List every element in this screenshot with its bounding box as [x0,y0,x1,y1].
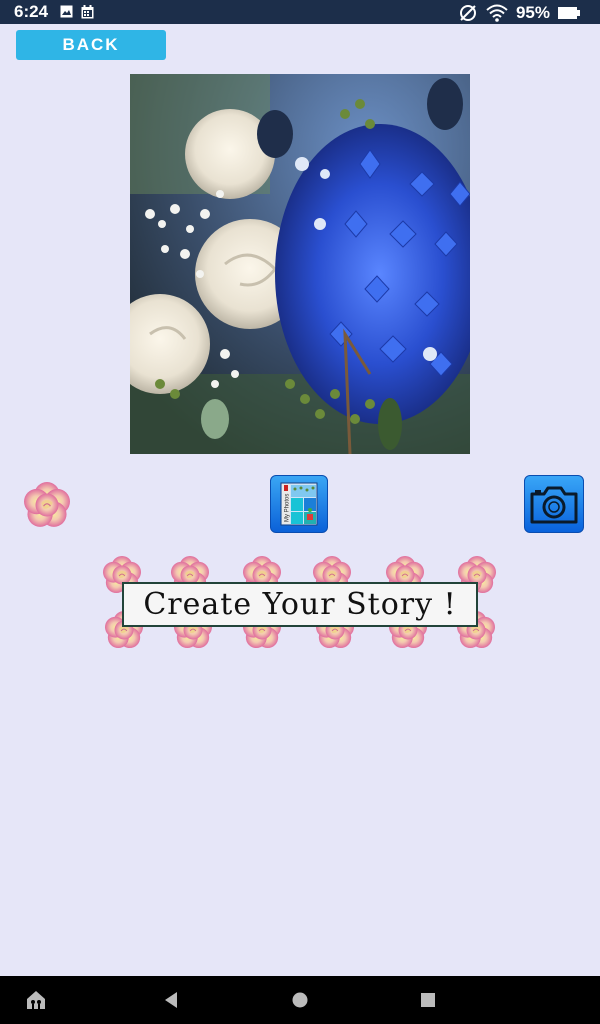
myphotos-label: My Photos [285,494,291,522]
rose-icon[interactable] [18,476,76,534]
battery-icon [558,7,580,19]
back-triangle-icon[interactable] [160,988,184,1012]
myphotos-icon: My Photos [280,482,318,526]
navigation-bar [0,976,600,1024]
image-icon [60,5,73,18]
calendar-icon [81,5,94,19]
recents-square-icon[interactable] [416,988,440,1012]
battery-percent: 95% [515,3,550,22]
bouquet-photo [130,74,470,454]
wifi-icon [486,4,508,22]
home-circle-icon[interactable] [288,988,312,1012]
create-story-button[interactable]: Create Your Story ! [122,582,478,627]
status-notification-icons [60,5,94,19]
back-button[interactable]: BACK [16,30,166,60]
no-sim-icon [459,5,476,21]
status-bar: 6:24 95% [0,0,600,24]
camera-icon [530,486,578,524]
camera-button[interactable] [524,475,584,533]
status-system-icons: 95% [458,3,580,23]
status-time: 6:24 [14,2,49,21]
myphotos-button[interactable]: My Photos [270,475,328,533]
home-icon[interactable] [24,988,48,1012]
